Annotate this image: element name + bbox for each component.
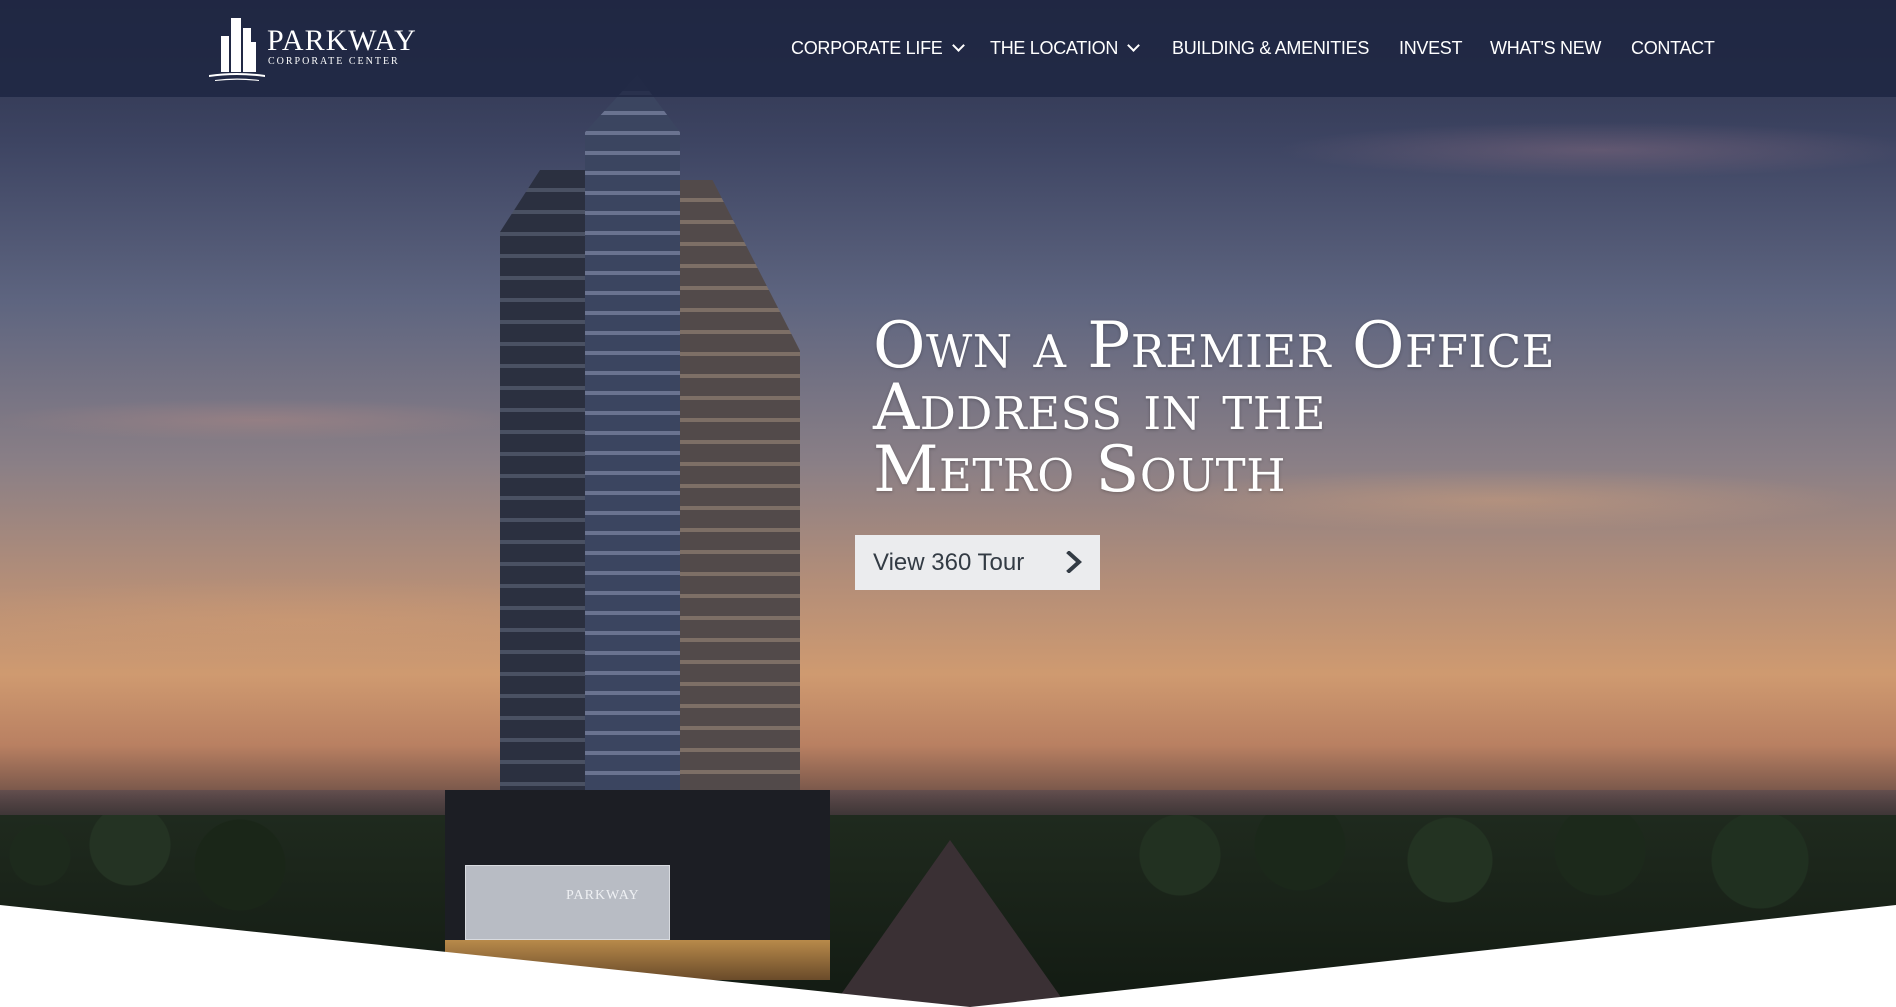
nav-item-the-location[interactable]: THE LOCATION bbox=[990, 36, 1140, 60]
nav-item-label: WHAT'S NEW bbox=[1490, 38, 1602, 58]
chevron-down-icon bbox=[1127, 39, 1140, 52]
logo-tagline: CORPORATE CENTER bbox=[268, 56, 400, 67]
top-navbar: PARKWAY CORPORATE CENTER CORPORATE LIFE … bbox=[0, 0, 1896, 97]
view-360-tour-label: View 360 Tour bbox=[873, 549, 1025, 576]
nav-item-label: CONTACT bbox=[1631, 38, 1715, 58]
nav-item-building-amenities[interactable]: BUILDING & AMENITIES bbox=[1172, 36, 1369, 60]
nav-item-contact[interactable]: CONTACT bbox=[1631, 36, 1715, 60]
chevron-down-icon bbox=[951, 39, 965, 52]
nav-item-corporate-life[interactable]: CORPORATE LIFE bbox=[791, 36, 965, 60]
nav-item-label: CORPORATE LIFE bbox=[791, 38, 943, 58]
nav-item-label: INVEST bbox=[1399, 38, 1463, 58]
nav-item-label: BUILDING & AMENITIES bbox=[1172, 38, 1370, 58]
building-logo-icon bbox=[209, 18, 265, 81]
nav-item-label: THE LOCATION bbox=[990, 38, 1119, 58]
hero-headline: Own a Premier Office Address in the Metr… bbox=[873, 309, 1633, 507]
chevron-right-icon bbox=[1066, 551, 1082, 573]
nav-item-whats-new[interactable]: WHAT'S NEW bbox=[1490, 36, 1601, 60]
hero-headline-line: Address in the bbox=[873, 371, 1326, 445]
hero-headline-line: Metro South bbox=[873, 433, 1286, 507]
logo-wordmark: PARKWAY bbox=[267, 24, 417, 57]
hero-headline-line: Own a Premier Office bbox=[873, 309, 1555, 383]
view-360-tour-button[interactable]: View 360 Tour bbox=[855, 535, 1100, 590]
nav-item-invest[interactable]: INVEST bbox=[1399, 36, 1463, 60]
site-logo[interactable]: PARKWAY CORPORATE CENTER bbox=[207, 14, 417, 82]
